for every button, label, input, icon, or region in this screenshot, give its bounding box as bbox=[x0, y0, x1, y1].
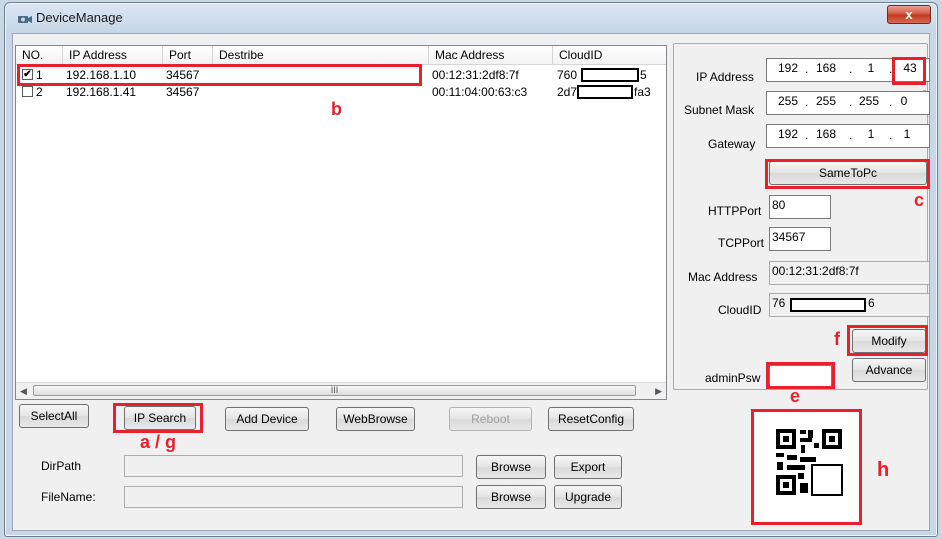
web-browse-button[interactable]: WebBrowse bbox=[336, 407, 415, 431]
row-mac: 00:11:04:00:63:c3 bbox=[432, 85, 528, 99]
annotation-box-b bbox=[17, 64, 422, 86]
row-cloudid-prefix: 760 bbox=[557, 68, 578, 82]
scroll-right-icon[interactable]: ▶ bbox=[655, 386, 662, 397]
mask-octet-2: 255 bbox=[815, 94, 837, 108]
http-port-input[interactable]: 80 bbox=[769, 195, 831, 219]
annotation-label-c: c bbox=[914, 190, 925, 210]
annotation-box-a-g bbox=[113, 403, 203, 433]
col-header-mac[interactable]: Mac Address bbox=[429, 46, 553, 64]
annotation-box-f bbox=[847, 325, 928, 356]
app-camera-icon bbox=[18, 16, 32, 23]
mask-octet-1: 255 bbox=[777, 94, 799, 108]
scroll-left-icon[interactable]: ◀ bbox=[20, 386, 27, 397]
mac-address-field: 00:12:31:2df8:7f bbox=[769, 261, 930, 285]
ip-octet-1: 192 bbox=[777, 61, 799, 75]
list-header: NO. IP Address Port Destribe Mac Address… bbox=[16, 46, 666, 65]
col-header-cloudid[interactable]: CloudID bbox=[553, 46, 666, 64]
gateway-input[interactable]: 192 . 168 . 1 . 1 bbox=[766, 124, 930, 148]
browse-dir-button[interactable]: Browse bbox=[476, 455, 546, 479]
annotation-label-h: h bbox=[877, 459, 890, 481]
gw-octet-3: 1 bbox=[867, 127, 875, 141]
col-header-port[interactable]: Port bbox=[163, 46, 213, 64]
title-bar[interactable]: DeviceManage x bbox=[5, 3, 937, 33]
redacted-box bbox=[577, 85, 633, 99]
row-no: 2 bbox=[36, 85, 43, 99]
mask-octet-4: 0 bbox=[900, 94, 908, 108]
row-mac: 00:12:31:2df8:7f bbox=[432, 68, 519, 82]
browse-file-button[interactable]: Browse bbox=[476, 485, 546, 509]
scroll-thumb[interactable]: III bbox=[33, 385, 636, 396]
redacted-box bbox=[581, 68, 639, 82]
mask-octet-3: 255 bbox=[858, 94, 880, 108]
cloud-id-suffix: 6 bbox=[868, 296, 875, 310]
dir-path-label: DirPath bbox=[41, 459, 82, 473]
device-manage-window: DeviceManage x NO. IP Address Port Destr… bbox=[4, 2, 938, 537]
row-cloudid-suffix: fa3 bbox=[634, 85, 651, 99]
col-header-ip[interactable]: IP Address bbox=[63, 46, 163, 64]
ip-octet-3: 1 bbox=[867, 61, 875, 75]
tcp-port-input[interactable]: 34567 bbox=[769, 227, 831, 251]
table-row[interactable]: 2 192.168.1.41 34567 00:11:04:00:63:c3 2… bbox=[16, 84, 666, 100]
network-settings-panel: IP Address 192 . 168 . 1 . 43 d Subnet M… bbox=[673, 43, 930, 390]
ip-address-label: IP Address bbox=[696, 70, 754, 84]
export-button[interactable]: Export bbox=[554, 455, 622, 479]
file-name-field[interactable] bbox=[124, 486, 463, 508]
add-device-button[interactable]: Add Device bbox=[225, 407, 309, 431]
annotation-box-d bbox=[892, 57, 926, 85]
subnet-mask-label: Subnet Mask bbox=[684, 103, 755, 117]
qr-code-icon bbox=[774, 427, 844, 497]
select-all-button[interactable]: SelectAll bbox=[19, 404, 89, 428]
mac-address-label: Mac Address bbox=[688, 270, 758, 284]
redacted-box bbox=[790, 298, 866, 312]
gateway-label: Gateway bbox=[708, 137, 756, 151]
annotation-label-e: e bbox=[790, 386, 801, 406]
admin-psw-label: adminPsw bbox=[705, 371, 761, 385]
dir-path-field[interactable] bbox=[124, 455, 463, 477]
col-header-no[interactable]: NO. bbox=[16, 46, 63, 64]
advance-button[interactable]: Advance bbox=[852, 358, 926, 382]
horizontal-scrollbar[interactable]: ◀ III ▶ bbox=[16, 382, 666, 399]
close-button[interactable]: x bbox=[887, 5, 931, 24]
annotation-box-c bbox=[765, 159, 930, 189]
annotation-label-f: f bbox=[834, 329, 840, 349]
annotation-label-a-g: a / g bbox=[140, 432, 177, 452]
row-checkbox[interactable] bbox=[22, 86, 33, 97]
reboot-button[interactable]: Reboot bbox=[449, 407, 532, 431]
cloud-id-prefix: 76 bbox=[772, 296, 786, 310]
tcp-port-label: TCPPort bbox=[718, 236, 765, 250]
row-cloudid-suffix: 5 bbox=[640, 68, 647, 82]
gw-octet-1: 192 bbox=[777, 127, 799, 141]
ip-octet-2: 168 bbox=[815, 61, 837, 75]
row-ip: 192.168.1.41 bbox=[66, 85, 137, 99]
file-name-label: FileName: bbox=[41, 490, 96, 504]
annotation-box-e bbox=[766, 362, 835, 389]
http-port-label: HTTPPort bbox=[708, 204, 762, 218]
row-cloudid-prefix: 2d7 bbox=[557, 85, 578, 99]
reset-config-button[interactable]: ResetConfig bbox=[548, 407, 634, 431]
annotation-label-b: b bbox=[331, 99, 342, 119]
gw-octet-4: 1 bbox=[903, 127, 911, 141]
col-header-describe[interactable]: Destribe bbox=[213, 46, 429, 64]
cloud-id-label: CloudID bbox=[718, 303, 762, 317]
row-port: 34567 bbox=[166, 85, 200, 99]
gw-octet-2: 168 bbox=[815, 127, 837, 141]
client-area: NO. IP Address Port Destribe Mac Address… bbox=[12, 33, 930, 531]
window-title: DeviceManage bbox=[36, 10, 123, 25]
upgrade-button[interactable]: Upgrade bbox=[554, 485, 622, 509]
subnet-mask-input[interactable]: 255 . 255 . 255 . 0 bbox=[766, 91, 930, 115]
cloud-id-field: 76 6 bbox=[769, 293, 930, 317]
